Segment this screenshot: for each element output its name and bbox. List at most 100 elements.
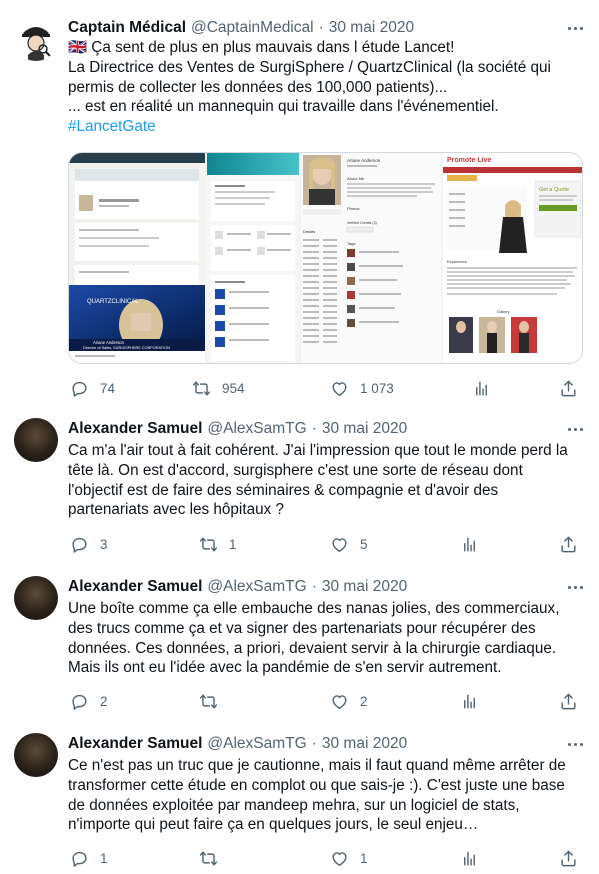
like-button[interactable]: 1 073 (330, 377, 394, 399)
tweet-text: 🇬🇧 Ça sent de plus en plus mauvais dans … (68, 38, 588, 137)
analytics-button[interactable] (472, 377, 491, 399)
analytics-button[interactable] (460, 847, 479, 869)
more-icon[interactable] (562, 420, 588, 438)
tweet-text: Une boîte comme ça elle embauche des nan… (68, 599, 588, 678)
author-handle[interactable]: @AlexSamTG (207, 420, 306, 438)
analytics-icon (464, 850, 475, 866)
separator: · (311, 578, 317, 595)
author-handle[interactable]: @AlexSamTG (207, 735, 306, 753)
analytics-icon (476, 380, 487, 396)
share-button[interactable] (559, 377, 578, 399)
avatar[interactable] (14, 17, 58, 61)
tweet-actions: 2 2 (68, 690, 588, 712)
more-icon[interactable] (562, 19, 588, 37)
author-name[interactable]: Alexander Samuel (68, 735, 202, 753)
more-icon[interactable] (562, 578, 588, 596)
avatar[interactable] (14, 418, 58, 462)
media-tags: Tags (347, 241, 355, 246)
like-count: 1 (360, 850, 368, 866)
tweet-media[interactable]: QUARTZCLINICAL Ariane Anderson Director … (68, 152, 583, 364)
tweet-line: Ce n'est pas un truc que je cautionne, m… (68, 757, 566, 774)
media-quote: Get a Quote (539, 187, 569, 193)
reply-icon (72, 537, 87, 553)
tweet-line: La Directrice des Ventes de SurgiSphere … (68, 58, 551, 76)
author-name[interactable]: Captain Médical (68, 19, 186, 37)
avatar[interactable] (14, 576, 58, 620)
share-icon (561, 536, 576, 552)
author-name[interactable]: Alexander Samuel (68, 578, 202, 596)
tweet-line: Une boîte comme ça elle embauche des nan… (68, 600, 560, 617)
retweet-icon (199, 536, 218, 552)
tweet-date[interactable]: 30 mai 2020 (329, 19, 414, 37)
tweet-actions: 1 1 (68, 847, 588, 869)
share-icon (561, 380, 576, 396)
tweet-date[interactable]: 30 mai 2020 (322, 735, 407, 753)
reply-button[interactable]: 3 (70, 533, 108, 555)
tweet-text: Ce n'est pas un truc que je cautionne, m… (68, 756, 588, 835)
media-gallery: Gallery (497, 309, 510, 314)
reply-count: 3 (100, 536, 108, 552)
tweet-actions: 3 1 5 (68, 533, 588, 555)
author-handle[interactable]: @CaptainMedical (191, 19, 314, 37)
tweet-date[interactable]: 30 mai 2020 (322, 420, 407, 438)
media-profile-name: Ariane Anderson (347, 158, 381, 163)
reply-count: 74 (100, 380, 116, 396)
retweet-count: 1 (229, 536, 237, 552)
separator: · (311, 735, 317, 752)
tweet-line: tête là. On est d'accord, surgisphere c'… (68, 461, 523, 479)
share-icon (561, 850, 576, 866)
reply-count: 2 (100, 693, 108, 709)
avatar[interactable] (14, 733, 58, 777)
tweet-line: partenariats avec les hôpitaux ? (68, 501, 284, 519)
tweet[interactable]: Alexander Samuel @AlexSamTG · 30 mai 202… (0, 733, 599, 873)
retweet-button[interactable] (199, 690, 229, 712)
tweet-line: transformer cette étude en complot ou qu… (68, 776, 565, 794)
tweet-line: permis de collecter les données des 100,… (68, 78, 448, 96)
tweet-date[interactable]: 30 mai 2020 (322, 578, 407, 596)
reply-button[interactable]: 2 (70, 690, 108, 712)
retweet-button[interactable] (199, 847, 229, 869)
tweet[interactable]: Captain Médical @CaptainMedical · 30 mai… (0, 17, 599, 397)
author-handle[interactable]: @AlexSamTG (207, 578, 306, 596)
retweet-button[interactable]: 1 (199, 533, 237, 555)
like-count: 1 073 (360, 380, 394, 396)
retweet-count: 954 (222, 380, 245, 396)
tweet-text: Ca m'a l'air tout à fait cohérent. J'ai … (68, 441, 588, 520)
share-icon (561, 693, 576, 709)
tweet-line: n'importe qui peut faire ça en quelques … (68, 816, 479, 834)
reply-icon (72, 381, 87, 397)
reply-button[interactable]: 1 (70, 847, 108, 869)
like-button[interactable]: 2 (330, 690, 368, 712)
retweet-icon (199, 693, 218, 709)
media-brand: QUARTZCLINICAL (87, 299, 139, 305)
hashtag-link[interactable]: #LancetGate (68, 117, 588, 137)
tweet[interactable]: Alexander Samuel @AlexSamTG · 30 mai 202… (0, 418, 599, 558)
more-icon[interactable] (562, 735, 588, 753)
tweet-line: ... est en réalité un mannequin qui trav… (68, 98, 499, 116)
tweet[interactable]: Alexander Samuel @AlexSamTG · 30 mai 202… (0, 576, 599, 716)
share-button[interactable] (559, 690, 578, 712)
share-button[interactable] (559, 533, 578, 555)
reply-icon (72, 851, 87, 867)
analytics-icon (464, 693, 475, 709)
media-photos: Photos (347, 206, 359, 211)
like-count: 2 (360, 693, 368, 709)
analytics-button[interactable] (460, 533, 479, 555)
author-name[interactable]: Alexander Samuel (68, 420, 202, 438)
like-icon (332, 694, 347, 709)
media-experience: Experience (447, 259, 468, 264)
reply-button[interactable]: 74 (70, 377, 115, 399)
retweet-button[interactable]: 954 (192, 377, 245, 399)
tweet-line: Ca m'a l'air tout à fait cohérent. J'ai … (68, 442, 568, 459)
share-button[interactable] (559, 847, 578, 869)
media-verified: Verified Credits (0) (347, 221, 377, 225)
media-details: Details (303, 229, 315, 234)
reply-count: 1 (100, 850, 108, 866)
like-button[interactable]: 5 (330, 533, 368, 555)
like-button[interactable]: 1 (330, 847, 368, 869)
tweet-line: de données exploitée par mandeep mehra, … (68, 796, 520, 814)
tweet-actions: 74 954 1 073 (68, 377, 588, 399)
tweet-line: des trucs comme ça et va signer des part… (68, 619, 536, 637)
analytics-button[interactable] (460, 690, 479, 712)
tweet-line: données. Ces données, a priori, devaient… (68, 639, 557, 657)
